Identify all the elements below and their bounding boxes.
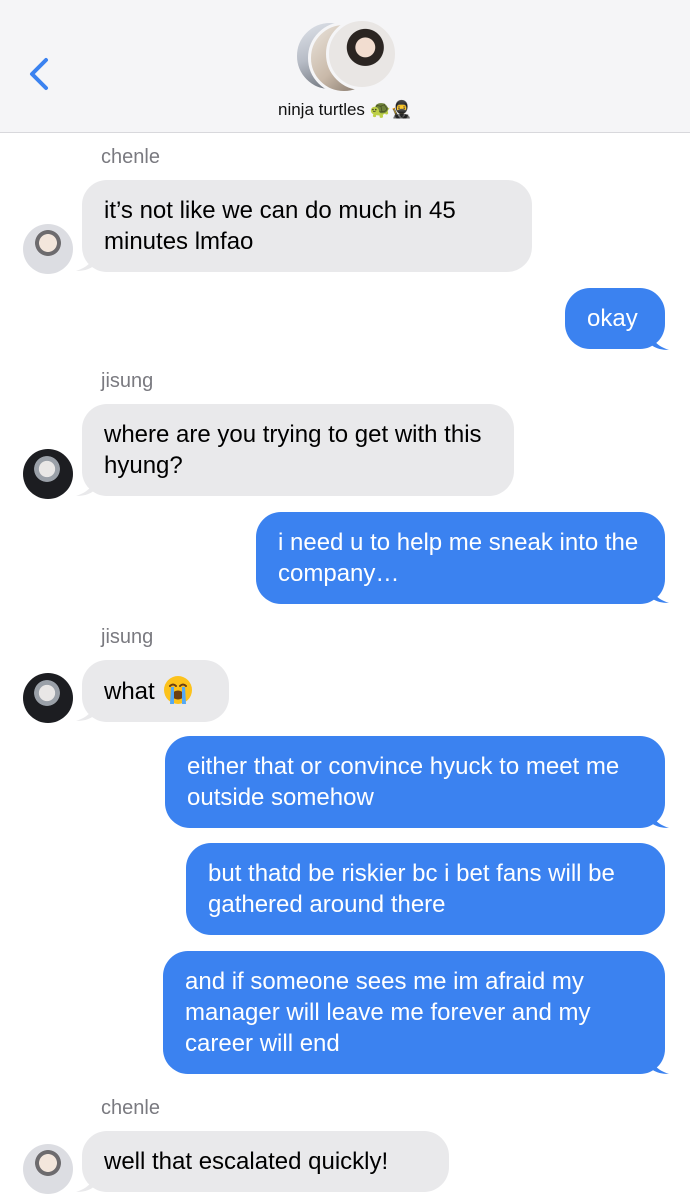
- message-bubble-sent[interactable]: i need u to help me sneak into the compa…: [256, 512, 665, 604]
- message-bubble-received[interactable]: where are you trying to get with this hy…: [82, 404, 514, 496]
- group-name[interactable]: ninja turtles 🐢🥷: [0, 100, 690, 120]
- chenle-avatar[interactable]: [23, 1144, 73, 1194]
- message-bubble-received[interactable]: well that escalated quickly!: [82, 1131, 449, 1192]
- message-bubble-received[interactable]: what: [82, 660, 229, 722]
- message-bubble-received[interactable]: it’s not like we can do much in 45 minut…: [82, 180, 532, 272]
- chenle-avatar[interactable]: [23, 224, 73, 274]
- jisung-avatar[interactable]: [23, 449, 73, 499]
- back-button[interactable]: [24, 52, 58, 96]
- sender-name: chenle: [101, 1097, 160, 1119]
- conversation-header: ninja turtles 🐢🥷: [0, 0, 690, 133]
- group-avatar[interactable]: [294, 18, 398, 94]
- chevron-left-icon: [30, 58, 48, 90]
- message-text: what: [104, 678, 155, 705]
- message-bubble-sent[interactable]: and if someone sees me im afraid my mana…: [163, 951, 665, 1074]
- sender-name: jisung: [101, 626, 154, 648]
- message-bubble-sent[interactable]: but thatd be riskier bc i bet fans will …: [186, 843, 665, 935]
- loudly-crying-face-icon: [163, 676, 192, 704]
- member-avatar: [326, 18, 398, 90]
- jisung-avatar[interactable]: [23, 673, 73, 723]
- message-bubble-sent[interactable]: okay: [565, 288, 665, 349]
- message-bubble-sent[interactable]: either that or convince hyuck to meet me…: [165, 736, 665, 828]
- sender-name: jisung: [101, 370, 154, 392]
- sender-name: chenle: [101, 146, 160, 168]
